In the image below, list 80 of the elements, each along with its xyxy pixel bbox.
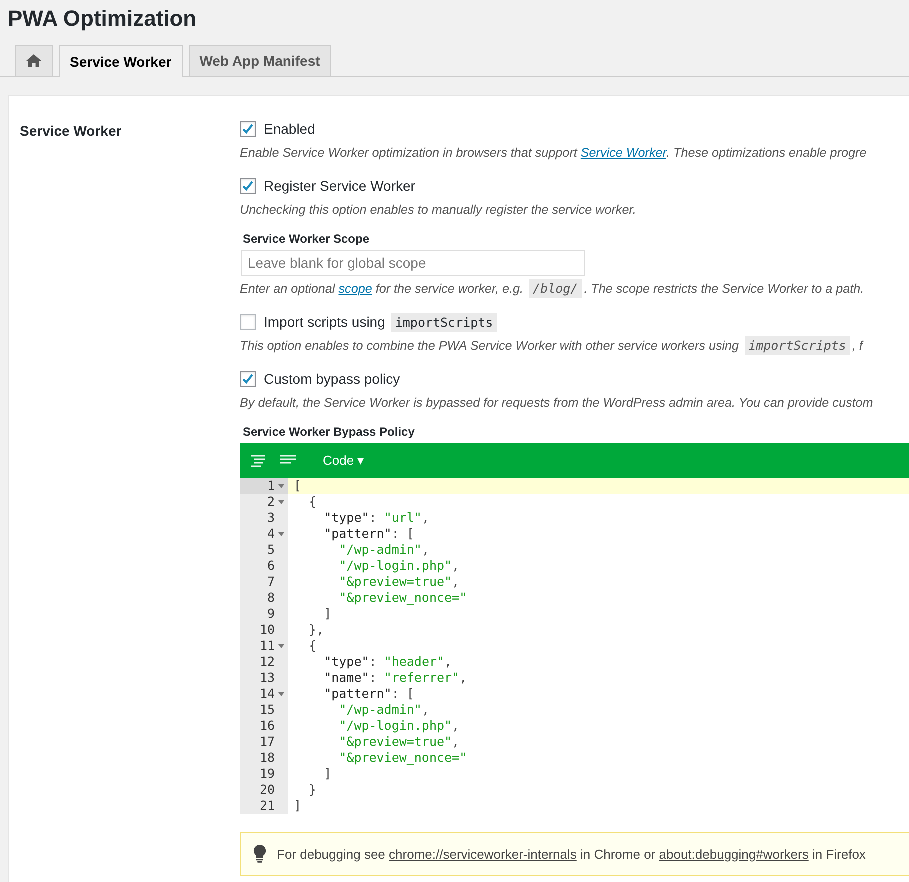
checkbox-label: Enabled	[264, 121, 316, 137]
field-label: Service Worker Scope	[243, 232, 371, 246]
code-editor[interactable]	[240, 443, 909, 814]
page-title: PWA Optimization	[7, 5, 198, 33]
line-number: 13	[258, 670, 275, 686]
notice-text: For debugging see chrome://serviceworker-internals in Chrome or about:debugging#workers in Firefox	[277, 846, 866, 862]
line-number: 5	[266, 542, 275, 558]
lightbulb-icon	[253, 844, 267, 864]
line-number: 1	[266, 478, 275, 494]
fold-icon[interactable]	[278, 500, 285, 504]
field-label: Service Worker Bypass Policy	[243, 425, 416, 439]
line-number: 19	[258, 766, 275, 782]
fold-icon[interactable]	[278, 532, 285, 536]
code-line: {	[308, 494, 318, 510]
line-number: 6	[266, 558, 275, 574]
code-line: "&preview_nonce="	[338, 590, 468, 606]
line-number: 8	[266, 590, 275, 606]
description: This option enables to combine the PWA Service Worker with other service workers using importScripts , f	[240, 336, 865, 356]
mode-dropdown[interactable]: Code ▾	[319, 451, 369, 470]
code-line: "type": "header",	[323, 654, 454, 670]
code-line: {	[308, 638, 318, 654]
description: By default, the Service Worker is bypassed for requests from the WordPress admin area. You can provide custom	[240, 395, 874, 412]
line-number: 7	[266, 574, 275, 590]
line-number: 10	[258, 622, 275, 638]
code-line: "&preview=true",	[338, 734, 461, 750]
line-number: 12	[258, 654, 275, 670]
code-line: ]	[323, 606, 333, 622]
checkbox[interactable]	[240, 371, 256, 387]
description: Enter an optional scope for the service worker, e.g. /blog/ . The scope restricts the Service Worker to a path.	[240, 279, 866, 299]
checkbox-label: Register Service Worker	[264, 178, 416, 194]
description: Unchecking this option enables to manually register the service worker.	[240, 202, 638, 219]
line-number: 21	[258, 798, 275, 814]
format-icon[interactable]	[249, 452, 267, 468]
checkbox-label: Custom bypass policy	[264, 371, 400, 387]
line-number: 2	[266, 494, 275, 510]
section-label: Service Worker	[19, 122, 123, 141]
checkbox[interactable]	[240, 178, 256, 194]
line-number: 9	[266, 606, 275, 622]
inline-code: /blog/	[529, 279, 582, 298]
line-number: 3	[266, 510, 275, 526]
code-line: ]	[323, 766, 333, 782]
line-number: 18	[258, 750, 275, 766]
fold-icon[interactable]	[278, 692, 285, 696]
line-number: 14	[258, 686, 275, 702]
fold-icon[interactable]	[278, 484, 285, 488]
code-line: "/wp-admin",	[338, 702, 430, 718]
home-tab[interactable]	[15, 45, 53, 76]
scope-input[interactable]: Leave blank for global scope	[241, 250, 585, 276]
code-line: },	[308, 622, 326, 638]
line-number: 16	[258, 718, 275, 734]
code-line: "/wp-login.php",	[338, 558, 461, 574]
link[interactable]: chrome://serviceworker-internals	[389, 846, 577, 862]
code-line: }	[308, 782, 318, 798]
link[interactable]: scope	[338, 282, 372, 296]
tab[interactable]: Service Worker	[59, 45, 183, 77]
link[interactable]: Service Worker	[580, 146, 666, 160]
inline-code: importScripts	[391, 312, 498, 332]
fold-icon[interactable]	[278, 644, 285, 648]
checkbox[interactable]	[240, 314, 256, 330]
code-line: "/wp-admin",	[338, 542, 430, 558]
checkbox-label: Import scripts using	[264, 314, 386, 330]
code-line: "&preview_nonce="	[338, 750, 468, 766]
line-number: 4	[266, 526, 275, 542]
checkbox[interactable]	[240, 121, 256, 137]
code-line: "/wp-login.php",	[338, 718, 461, 734]
code-line: ]	[293, 798, 303, 814]
home-icon	[26, 53, 42, 69]
tab[interactable]: Web App Manifest	[188, 45, 332, 76]
line-number: 15	[258, 702, 275, 718]
inline-code: importScripts	[744, 336, 850, 355]
code-line: "type": "url",	[323, 510, 430, 526]
code-line: "pattern": [	[323, 526, 416, 542]
link[interactable]: about:debugging#workers	[659, 846, 809, 862]
code-line: "name": "referrer",	[323, 670, 468, 686]
line-number: 20	[258, 782, 275, 798]
description: Enable Service Worker optimization in browsers that support Service Worker. These optimizations enable progre	[240, 145, 868, 162]
line-number: 11	[258, 638, 275, 654]
code-line: "&preview=true",	[338, 574, 461, 590]
code-line: "pattern": [	[323, 686, 416, 702]
line-number: 17	[258, 734, 275, 750]
